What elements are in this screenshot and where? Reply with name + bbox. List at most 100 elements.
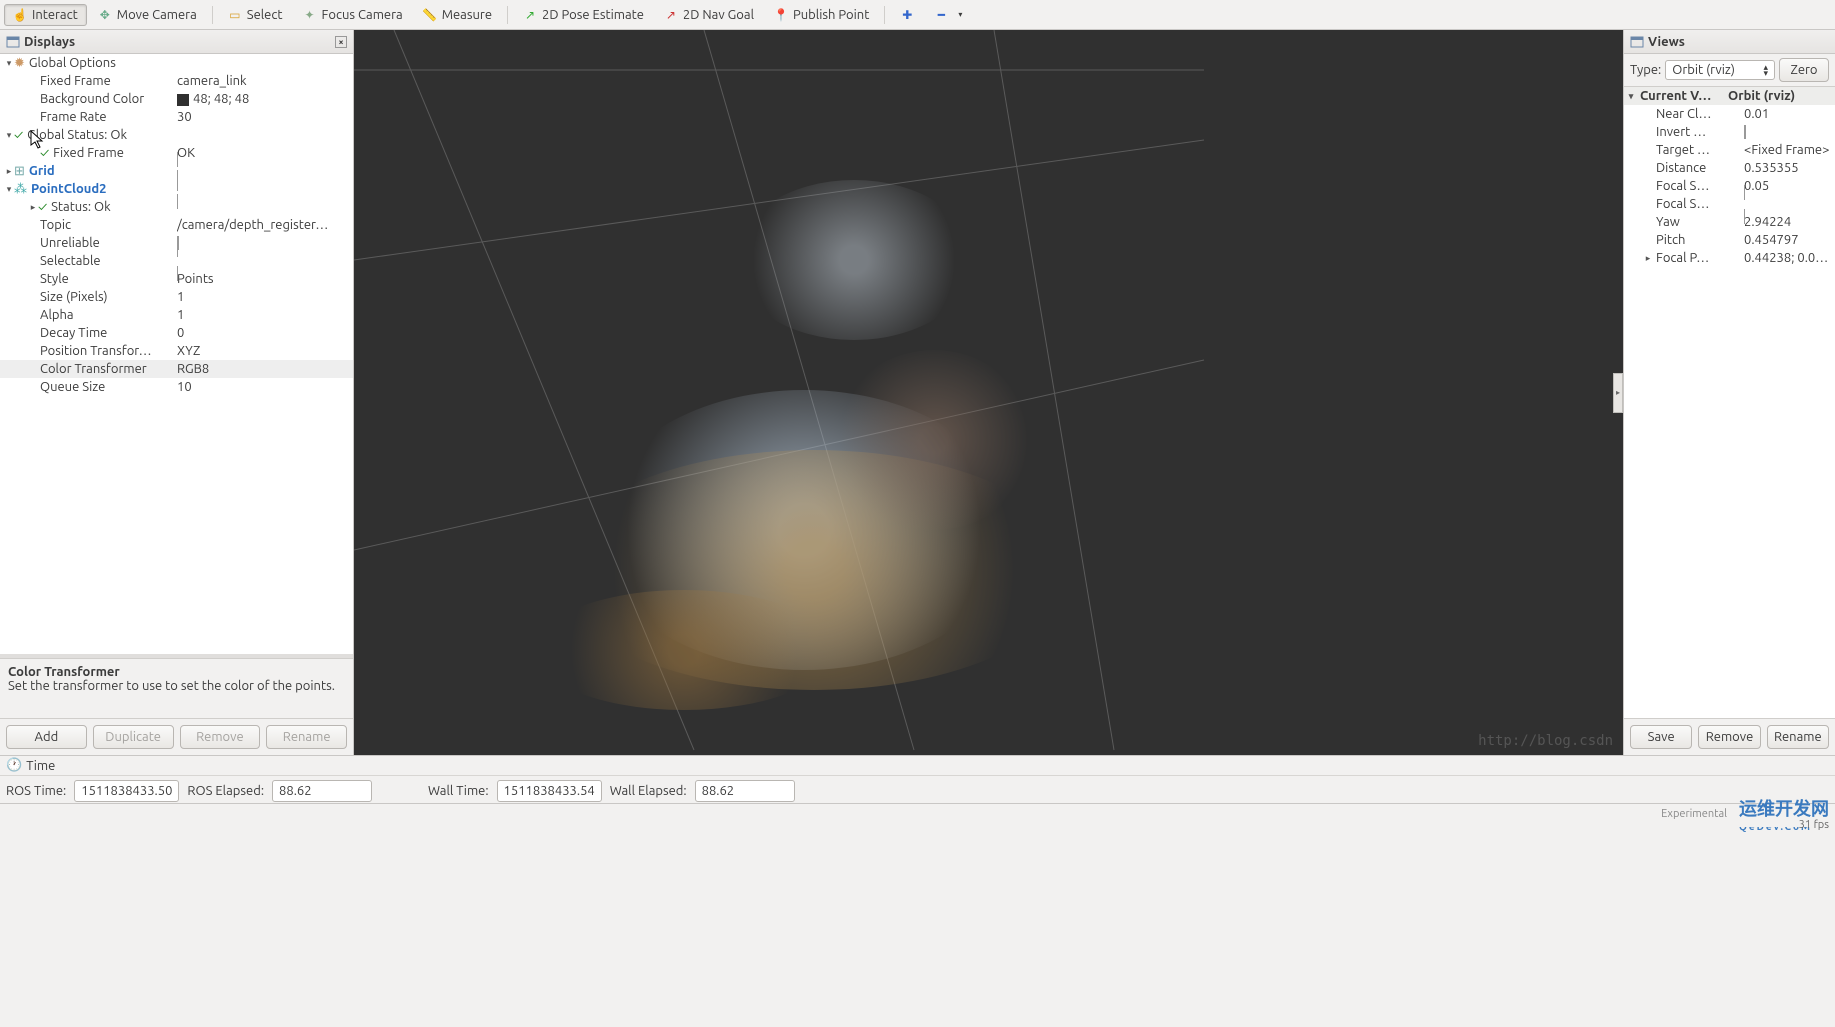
prop-value[interactable]: Points: [177, 272, 353, 286]
panel-icon: [6, 35, 20, 49]
prop-label: Focal P…: [1654, 251, 1744, 265]
close-icon[interactable]: ×: [335, 36, 347, 48]
prop-value[interactable]: XYZ: [177, 344, 353, 358]
nav-goal-button[interactable]: ↗ 2D Nav Goal: [655, 4, 763, 26]
focus-camera-button[interactable]: ✦ Focus Camera: [294, 4, 412, 26]
pose-estimate-button[interactable]: ↗ 2D Pose Estimate: [514, 4, 653, 26]
prop-yaw[interactable]: Yaw 2.94224: [1624, 213, 1835, 231]
wall-elapsed-field[interactable]: 88.62: [695, 780, 795, 802]
prop-style[interactable]: Style Points: [0, 270, 353, 288]
prop-value[interactable]: 10: [177, 380, 353, 394]
interact-button[interactable]: ☝ Interact: [4, 4, 87, 26]
expander-icon[interactable]: ▸: [4, 166, 14, 177]
checkbox[interactable]: [177, 170, 353, 209]
prop-frame-rate[interactable]: Frame Rate 30: [0, 108, 353, 126]
prop-near-clip[interactable]: Near Cl… 0.01: [1624, 105, 1835, 123]
view-type-select[interactable]: Orbit (rviz) ▴▾: [1665, 60, 1775, 80]
rename-view-button[interactable]: Rename: [1767, 725, 1829, 749]
select-button[interactable]: ▭ Select: [219, 4, 292, 26]
prop-value[interactable]: 0.01: [1744, 107, 1835, 121]
expander-icon[interactable]: ▸: [28, 202, 38, 213]
prop-invert[interactable]: Invert …: [1624, 123, 1835, 141]
prop-value[interactable]: 30: [177, 110, 353, 124]
check-icon: ✓: [14, 128, 23, 142]
prop-value[interactable]: 0.454797: [1744, 233, 1835, 247]
displays-header[interactable]: Displays ×: [0, 30, 353, 54]
prop-selectable[interactable]: Selectable: [0, 252, 353, 270]
prop-focal-point[interactable]: ▸ Focal P… 0.44238; 0.04…: [1624, 249, 1835, 267]
remove-view-button[interactable]: Remove: [1698, 725, 1760, 749]
add-tool-button[interactable]: ✚: [891, 4, 923, 26]
prop-value[interactable]: 0.535355: [1744, 161, 1835, 175]
prop-decay-time[interactable]: Decay Time 0: [0, 324, 353, 342]
prop-label: Color Transformer: [40, 362, 177, 376]
rename-display-button[interactable]: Rename: [266, 725, 347, 749]
prop-topic[interactable]: Topic /camera/depth_register…: [0, 216, 353, 234]
wall-time-label: Wall Time:: [428, 784, 489, 798]
prop-label: Pitch: [1654, 233, 1744, 247]
toolbar-separator: [212, 6, 213, 24]
tree-item-global-options[interactable]: ▾ ✹ Global Options: [0, 54, 353, 72]
prop-value[interactable]: camera_link: [177, 74, 353, 88]
viewport-3d[interactable]: http://blog.csdn: [354, 30, 1623, 755]
prop-label: Unreliable: [40, 236, 177, 250]
save-view-button[interactable]: Save: [1630, 725, 1692, 749]
prop-fixed-frame[interactable]: Fixed Frame camera_link: [0, 72, 353, 90]
publish-point-button[interactable]: 📍 Publish Point: [765, 4, 878, 26]
time-header[interactable]: 🕐 Time: [0, 756, 1835, 776]
remove-tool-button[interactable]: ━ ▾: [925, 4, 976, 26]
prop-value[interactable]: 1: [177, 290, 353, 304]
prop-queue-size[interactable]: Queue Size 10: [0, 378, 353, 396]
ros-elapsed-field[interactable]: 88.62: [272, 780, 372, 802]
measure-button[interactable]: 📏 Measure: [414, 4, 501, 26]
prop-value[interactable]: 48; 48; 48: [177, 92, 353, 106]
prop-value[interactable]: <Fixed Frame>: [1744, 143, 1835, 157]
prop-target-frame[interactable]: Target … <Fixed Frame>: [1624, 141, 1835, 159]
zero-button[interactable]: Zero: [1779, 58, 1829, 82]
add-display-button[interactable]: Add: [6, 725, 87, 749]
views-current-row[interactable]: ▾ Current V… Orbit (rviz): [1624, 87, 1835, 105]
prop-value[interactable]: 2.94224: [1744, 215, 1835, 229]
collapse-right-handle[interactable]: ▸: [1613, 373, 1623, 413]
status-experimental: Experimental: [1661, 808, 1727, 820]
prop-distance[interactable]: Distance 0.535355: [1624, 159, 1835, 177]
wall-time-field[interactable]: 1511838433.54: [497, 780, 602, 802]
tree-item-pointcloud2[interactable]: ▾ ⁂ PointCloud2: [0, 180, 353, 198]
move-camera-button[interactable]: ✥ Move Camera: [89, 4, 206, 26]
prop-focal-shape-fixed[interactable]: Focal S…: [1624, 195, 1835, 213]
interact-icon: ☝: [13, 8, 27, 22]
prop-pitch[interactable]: Pitch 0.454797: [1624, 231, 1835, 249]
duplicate-display-button[interactable]: Duplicate: [93, 725, 174, 749]
tree-item-global-status[interactable]: ▾ ✓ Global Status: Ok: [0, 126, 353, 144]
prop-value[interactable]: 0: [177, 326, 353, 340]
expander-icon[interactable]: ▾: [4, 184, 14, 195]
publish-point-icon: 📍: [774, 8, 788, 22]
views-tree[interactable]: ▾ Current V… Orbit (rviz) Near Cl… 0.01 …: [1624, 87, 1835, 718]
prop-value[interactable]: RGB8: [177, 362, 353, 376]
prop-color-transformer[interactable]: Color Transformer RGB8: [0, 360, 353, 378]
views-panel: Views Type: Orbit (rviz) ▴▾ Zero ▾ Curre…: [1623, 30, 1835, 755]
prop-value[interactable]: 0.44238; 0.04…: [1744, 251, 1835, 265]
plus-icon: ✚: [900, 8, 914, 22]
expander-icon[interactable]: ▾: [1624, 91, 1638, 102]
prop-background-color[interactable]: Background Color 48; 48; 48: [0, 90, 353, 108]
prop-size-pixels[interactable]: Size (Pixels) 1: [0, 288, 353, 306]
prop-position-transformer[interactable]: Position Transfor… XYZ: [0, 342, 353, 360]
panel-icon: [1630, 35, 1644, 49]
select-value: Orbit (rviz): [1672, 63, 1735, 77]
ros-time-field[interactable]: 1511838433.50: [74, 780, 179, 802]
expander-icon[interactable]: ▾: [4, 130, 14, 141]
prop-alpha[interactable]: Alpha 1: [0, 306, 353, 324]
checkbox[interactable]: [1744, 125, 1746, 139]
prop-value: Orbit (rviz): [1728, 89, 1835, 103]
check-icon: ✓: [40, 146, 49, 160]
displays-tree[interactable]: ▾ ✹ Global Options Fixed Frame camera_li…: [0, 54, 353, 654]
remove-display-button[interactable]: Remove: [180, 725, 261, 749]
prop-value[interactable]: 1: [177, 308, 353, 322]
check-icon: ✓: [38, 200, 47, 214]
prop-value[interactable]: /camera/depth_register…: [177, 218, 353, 232]
chevron-updown-icon: ▴▾: [1763, 64, 1768, 76]
expander-icon[interactable]: ▾: [4, 58, 14, 69]
expander-icon[interactable]: ▸: [1642, 253, 1654, 264]
views-header[interactable]: Views: [1624, 30, 1835, 54]
